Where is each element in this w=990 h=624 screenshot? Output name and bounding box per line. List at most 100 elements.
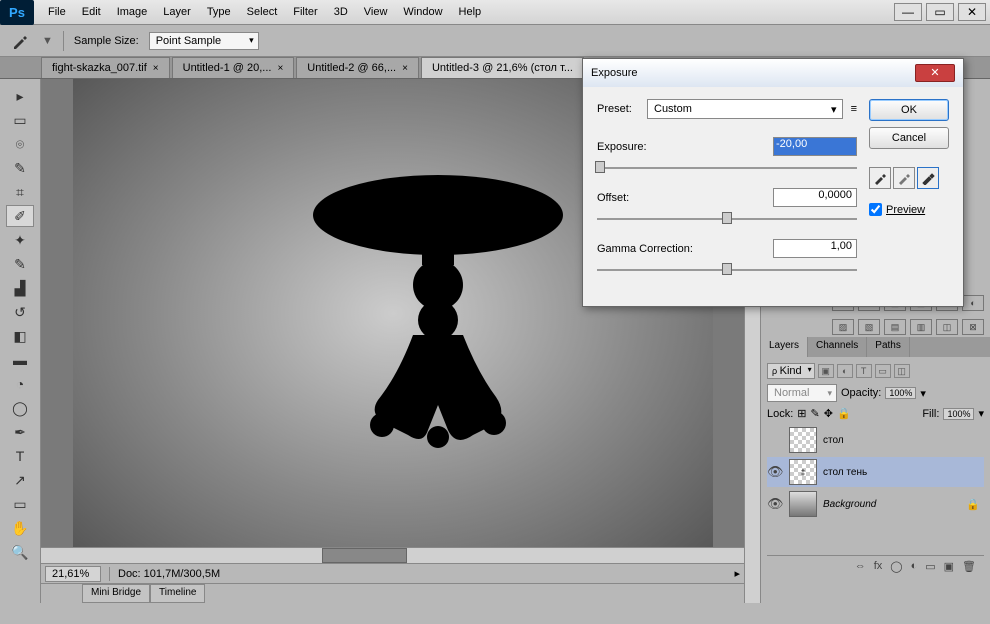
hand-tool[interactable]: ✋ [6,517,34,539]
channels-tab[interactable]: Channels [808,337,867,357]
adjustment-icon[interactable]: ⊠ [962,319,984,335]
marquee-tool[interactable]: ▭ [6,109,34,131]
offset-slider[interactable] [597,211,857,227]
close-button[interactable]: ✕ [958,3,986,21]
exposure-slider[interactable] [597,160,857,176]
trash-icon[interactable]: 🗑 [962,560,976,573]
gamma-slider[interactable] [597,262,857,278]
adjustment-icon[interactable]: ▥ [910,319,932,335]
menu-help[interactable]: Help [451,2,490,22]
dialog-close-button[interactable]: ✕ [915,64,955,82]
filter-type-icon[interactable]: T [856,364,872,378]
tab-close-icon[interactable]: × [153,63,159,74]
zoom-field[interactable]: 21,61% [45,566,101,582]
path-tool[interactable]: ↗ [6,469,34,491]
shape-tool[interactable]: ▭ [6,493,34,515]
layer-name[interactable]: стол [823,435,984,446]
lock-all-icon[interactable]: 🔒 [837,407,851,420]
menu-edit[interactable]: Edit [74,2,109,22]
exposure-input[interactable]: -20,00 [773,137,857,156]
zoom-tool[interactable]: 🔍 [6,541,34,563]
layers-tab[interactable]: Layers [761,337,808,357]
preview-checkbox[interactable]: Preview [869,203,949,216]
move-tool[interactable]: ▸ [6,85,34,107]
layer-row[interactable]: стол [767,425,984,455]
lock-pixels-icon[interactable]: ✎ [811,407,820,420]
gradient-tool[interactable]: ▬ [6,349,34,371]
adjustment-icon[interactable]: ▤ [884,319,906,335]
paths-tab[interactable]: Paths [867,337,910,357]
healing-tool[interactable]: ✦ [6,229,34,251]
mask-icon[interactable]: ◯ [890,560,902,573]
eyedropper-tool[interactable]: ✐ [6,205,34,227]
menu-3d[interactable]: 3D [326,2,356,22]
layer-thumbnail[interactable] [789,491,817,517]
blend-mode-select[interactable]: Normal [767,384,837,402]
menu-filter[interactable]: Filter [285,2,325,22]
visibility-toggle[interactable]: 👁 [767,464,783,480]
pen-tool[interactable]: ✒ [6,421,34,443]
menu-window[interactable]: Window [395,2,450,22]
dialog-title-bar[interactable]: Exposure ✕ [583,59,963,87]
eyedropper-gray-icon[interactable] [893,167,915,189]
adjustment-icon[interactable]: ▧ [858,319,880,335]
history-brush-tool[interactable]: ↺ [6,301,34,323]
preset-select[interactable]: Custom [647,99,843,119]
document-tab-active[interactable]: Untitled-3 @ 21,6% (стол т... [421,57,584,78]
document-tab[interactable]: Untitled-1 @ 20,...× [172,57,295,78]
ok-button[interactable]: OK [869,99,949,121]
layer-name[interactable]: стол тень [823,467,984,478]
lasso-tool[interactable]: ⌾ [6,133,34,155]
crop-tool[interactable]: ⌗ [6,181,34,203]
sample-size-select[interactable]: Point Sample [149,32,259,50]
maximize-button[interactable]: ▭ [926,3,954,21]
type-tool[interactable]: T [6,445,34,467]
tab-close-icon[interactable]: × [402,63,408,74]
timeline-tab[interactable]: Timeline [150,584,205,603]
adjustment-icon[interactable]: ◐ [962,295,984,311]
tab-close-icon[interactable]: × [277,63,283,74]
menu-file[interactable]: File [40,2,74,22]
adjustment-icon[interactable]: ◫ [936,319,958,335]
eraser-tool[interactable]: ◧ [6,325,34,347]
fill-field[interactable]: 100% [943,408,974,420]
adjustment-icon[interactable]: ▨ [832,319,854,335]
offset-input[interactable]: 0,0000 [773,188,857,207]
group-icon[interactable]: ▭ [925,560,935,573]
menu-view[interactable]: View [356,2,396,22]
fx-icon[interactable]: fx [874,560,883,573]
filter-shape-icon[interactable]: ▭ [875,364,891,378]
adjustment-layer-icon[interactable]: ◐ [911,560,918,573]
horizontal-scrollbar[interactable] [41,547,744,563]
layer-row-selected[interactable]: 👁 ‡ стол тень [767,457,984,487]
lock-position-icon[interactable]: ✥ [824,407,833,420]
menu-select[interactable]: Select [239,2,286,22]
eyedropper-white-icon[interactable] [917,167,939,189]
current-tool-icon[interactable] [8,29,32,53]
cancel-button[interactable]: Cancel [869,127,949,149]
link-layers-icon[interactable]: ⇔ [855,560,866,573]
minimize-button[interactable]: — [894,3,922,21]
layer-filter-kind[interactable]: ρ Kind [767,363,815,379]
lock-transparent-icon[interactable]: ⊞ [797,407,806,420]
layer-row[interactable]: 👁 Background 🔒 [767,489,984,519]
gamma-input[interactable]: 1,00 [773,239,857,258]
menu-type[interactable]: Type [199,2,239,22]
document-tab[interactable]: Untitled-2 @ 66,...× [296,57,419,78]
preset-menu-icon[interactable]: ≡ [851,103,857,115]
brush-tool[interactable]: ✎ [6,253,34,275]
layer-thumbnail[interactable]: ‡ [789,459,817,485]
layer-name[interactable]: Background [823,499,960,510]
new-layer-icon[interactable]: ▣ [944,560,954,573]
filter-adjust-icon[interactable]: ◐ [837,364,853,378]
document-tab[interactable]: fight-skazka_007.tif× [41,57,170,78]
stamp-tool[interactable]: ▟ [6,277,34,299]
blur-tool[interactable]: ◔ [6,373,34,395]
eyedropper-black-icon[interactable] [869,167,891,189]
visibility-toggle[interactable]: 👁 [767,496,783,512]
quick-select-tool[interactable]: ✎ [6,157,34,179]
dodge-tool[interactable]: ◯ [6,397,34,419]
filter-pixel-icon[interactable]: ▣ [818,364,834,378]
menu-layer[interactable]: Layer [155,2,199,22]
filter-smart-icon[interactable]: ◫ [894,364,910,378]
